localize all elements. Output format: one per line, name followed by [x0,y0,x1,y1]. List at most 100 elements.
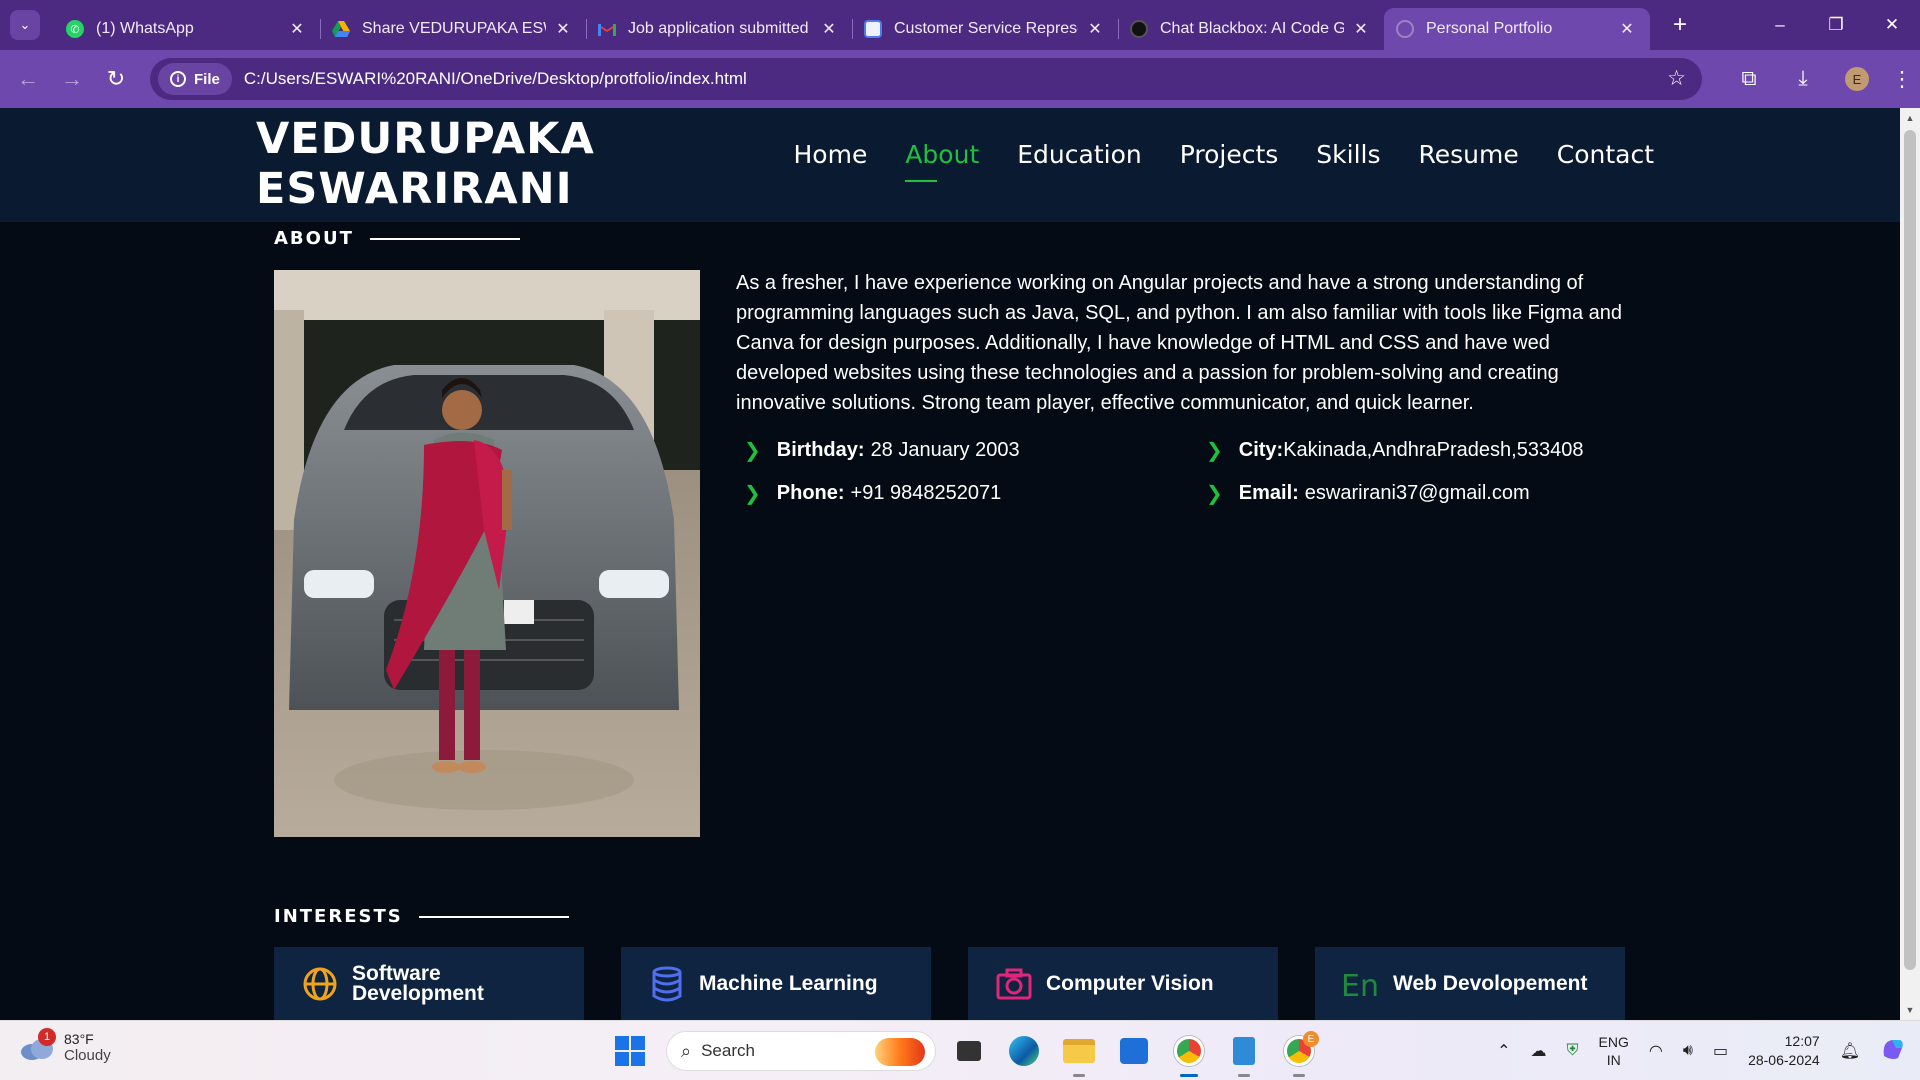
interest-label: Web Devolopement [1393,972,1588,995]
bookmark-star-icon[interactable]: ☆ [1667,66,1686,91]
store-icon[interactable] [1112,1029,1156,1073]
extensions-icon[interactable]: ⧉ [1722,67,1776,91]
tab-title: (1) WhatsApp [96,20,194,37]
close-icon[interactable]: ✕ [1616,19,1638,39]
blackbox-icon [1130,20,1148,38]
chrome-profile-icon[interactable]: E [1277,1029,1321,1077]
browser-tab[interactable]: Customer Service Represen ✕ [852,8,1118,50]
site-nav: Home About Education Projects Skills Res… [756,130,1654,182]
taskbar-apps: ⌕ Search E [608,1029,1321,1077]
menu-kebab-icon[interactable]: ⋮ [1884,67,1920,92]
google-drive-icon [332,20,350,38]
url-text[interactable]: C:/Users/ESWARI%20RANI/OneDrive/Desktop/… [244,69,747,89]
scheme-label: File [194,70,220,88]
browser-tab-active[interactable]: Personal Portfolio ✕ [1384,8,1650,50]
language-indicator[interactable]: ENG IN [1599,1033,1629,1069]
restore-icon[interactable]: ❐ [1808,0,1864,50]
address-bar[interactable]: i File C:/Users/ESWARI%20RANI/OneDrive/D… [150,58,1702,100]
city-value: Kakinada,AndhraPradesh,533408 [1283,439,1584,461]
forward-arrow-icon[interactable]: → [50,59,94,99]
close-icon[interactable]: ✕ [286,19,308,39]
notepad-icon[interactable] [1222,1029,1266,1077]
window-controls: – ❐ ✕ [1752,0,1920,50]
site-header: VEDURUPAKA ESWARIRANI Home About Educati… [0,108,1900,222]
detail-birthday: ❯ Birthday: 28 January 2003 [744,438,1020,463]
browser-toolbar: ← → ↻ i File C:/Users/ESWARI%20RANI/OneD… [0,50,1920,108]
edge-icon[interactable] [1002,1029,1046,1073]
security-shield-icon[interactable]: ⛨ [1567,1042,1579,1060]
close-icon[interactable]: ✕ [552,19,574,39]
task-view-icon[interactable] [947,1029,991,1073]
nav-education[interactable]: Education [1017,130,1141,180]
nav-contact[interactable]: Contact [1557,130,1654,180]
minimize-icon[interactable]: – [1752,0,1808,50]
reload-icon[interactable]: ↻ [94,59,138,99]
new-tab-button[interactable]: + [1662,11,1698,39]
detail-city: ❯ City: Kakinada,AndhraPradesh,533408 [1206,438,1583,463]
close-icon[interactable]: ✕ [818,19,840,39]
detail-email: ❯ Email: eswarirani37@gmail.com [1206,481,1530,506]
volume-icon[interactable]: 🔊︎ [1683,1042,1693,1060]
chevron-right-icon: ❯ [1206,483,1223,505]
tab-search-button[interactable]: ⌄ [10,10,40,40]
tab-title: Job application submitted [628,20,809,37]
about-section-title: ABOUT [274,228,520,249]
logo-line-2: ESWARIRANI [256,164,573,214]
weather-badge: 1 [38,1027,56,1046]
page-scrollbar[interactable]: ▲ ▼ [1900,108,1920,1020]
weather-widget[interactable]: 1 83°F Cloudy [20,1027,111,1064]
notification-bell-icon[interactable]: 🔔︎ [1840,1041,1860,1061]
language-icon: En [1341,964,1381,1004]
interest-label: Software Development [352,963,484,1004]
about-paragraph: As a fresher, I have experience working … [736,272,1622,414]
scroll-up-arrow-icon[interactable]: ▲ [1900,108,1920,128]
chrome-profile-badge: E [1303,1031,1319,1047]
battery-icon[interactable]: ▭ [1713,1041,1728,1061]
copilot-icon[interactable] [1880,1036,1906,1067]
interest-card: Machine Learning [621,947,931,1020]
cloud-icon: 1 [20,1027,56,1060]
chevron-right-icon: ❯ [744,440,761,462]
site-logo[interactable]: VEDURUPAKA ESWARIRANI [256,114,595,214]
profile-avatar[interactable]: E [1845,67,1869,91]
browser-tab[interactable]: Chat Blackbox: AI Code Ge ✕ [1118,8,1384,50]
nav-home[interactable]: Home [794,130,868,180]
file-explorer-icon[interactable] [1057,1029,1101,1077]
tab-title: Customer Service Represen [894,20,1078,37]
close-icon[interactable]: ✕ [1350,19,1372,39]
onedrive-icon[interactable]: ☁ [1531,1041,1547,1061]
browser-tab[interactable]: Job application submitted ✕ [586,8,852,50]
nav-skills[interactable]: Skills [1316,130,1380,180]
clock[interactable]: 12:07 28-06-2024 [1748,1032,1820,1070]
tab-title: Share VEDURUPAKA ESWA [362,20,546,37]
email-value: eswarirani37@gmail.com [1304,482,1530,504]
page-viewport: VEDURUPAKA ESWARIRANI Home About Educati… [0,108,1900,1020]
chrome-icon[interactable] [1167,1029,1211,1077]
nav-about[interactable]: About [905,130,979,182]
taskbar-search[interactable]: ⌕ Search [666,1031,936,1071]
tab-title: Chat Blackbox: AI Code Ge [1160,20,1344,37]
city-label: City: [1238,439,1284,461]
browser-tab[interactable]: ✆ (1) WhatsApp ✕ [54,8,320,50]
back-arrow-icon[interactable]: ← [6,59,50,99]
phone-label: Phone: [776,482,845,504]
logo-line-1: VEDURUPAKA [256,114,595,164]
temperature: 83°F [64,1031,94,1047]
site-info-chip[interactable]: i File [158,63,232,95]
close-window-icon[interactable]: ✕ [1864,0,1920,50]
close-icon[interactable]: ✕ [1084,19,1106,39]
windows-start-icon[interactable] [608,1029,652,1073]
scroll-down-arrow-icon[interactable]: ▼ [1900,1000,1920,1020]
download-icon[interactable]: ⤓ [1776,67,1830,91]
wifi-icon[interactable]: ◠ [1649,1041,1663,1061]
birthday-value: 28 January 2003 [870,439,1020,461]
chevron-right-icon: ❯ [1206,440,1223,462]
nav-projects[interactable]: Projects [1180,130,1279,180]
scroll-thumb[interactable] [1904,130,1916,970]
detail-phone: ❯ Phone: +91 9848252071 [744,481,1001,506]
interests-title-text: INTERESTS [274,906,403,927]
nav-resume[interactable]: Resume [1419,130,1519,180]
browser-tab[interactable]: Share VEDURUPAKA ESWA ✕ [320,8,586,50]
info-icon: i [170,71,186,87]
chevron-up-icon[interactable]: ⌃ [1497,1041,1510,1061]
